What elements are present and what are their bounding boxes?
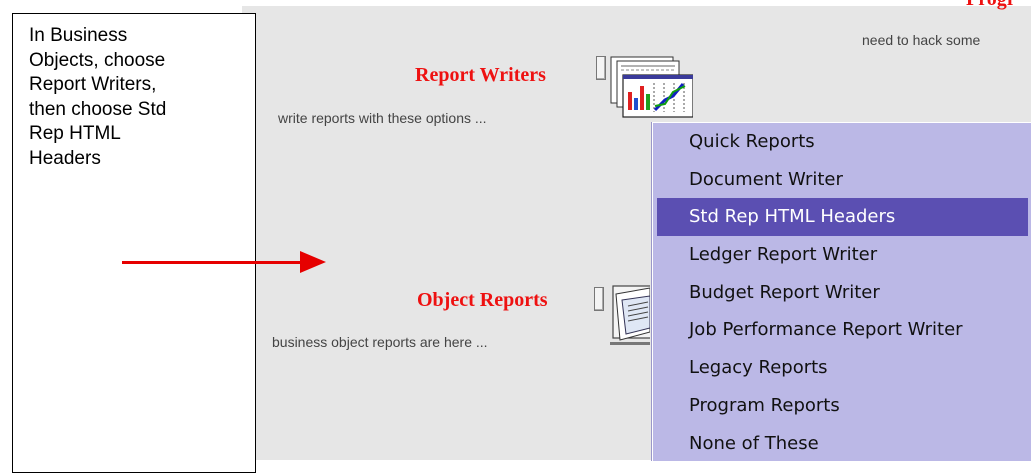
report-writers-menu: Quick Reports Document Writer Std Rep HT… (652, 122, 1031, 461)
programs-title[interactable]: Progr (966, 0, 1016, 11)
report-writers-expand-toggle-icon[interactable] (596, 56, 606, 80)
menu-item-none-of-these[interactable]: None of These (653, 425, 1031, 462)
menu-item-program-reports[interactable]: Program Reports (653, 387, 1031, 425)
report-writers-title[interactable]: Report Writers (415, 64, 546, 87)
menu-item-budget-report-writer[interactable]: Budget Report Writer (653, 274, 1031, 312)
menu-item-job-performance-report-writer[interactable]: Job Performance Report Writer (653, 311, 1031, 349)
menu-item-ledger-report-writer[interactable]: Ledger Report Writer (653, 236, 1031, 274)
object-reports-icon[interactable] (610, 280, 650, 350)
instruction-callout: In Business Objects, choose Report Write… (12, 13, 256, 473)
object-reports-title[interactable]: Object Reports (417, 289, 548, 312)
top-strip (242, 0, 1031, 6)
programs-description: need to hack some (862, 32, 981, 48)
arrow-shaft (122, 261, 302, 264)
menu-item-quick-reports[interactable]: Quick Reports (653, 123, 1031, 161)
menu-item-document-writer[interactable]: Document Writer (653, 161, 1031, 199)
object-reports-expand-toggle-icon[interactable] (594, 287, 604, 311)
object-reports-description: business object reports are here ... (272, 334, 488, 350)
arrow-right-icon (300, 251, 326, 273)
menu-item-std-rep-html-headers[interactable]: Std Rep HTML Headers (657, 198, 1028, 237)
report-writers-description: write reports with these options ... (278, 110, 487, 126)
report-chart-icon[interactable] (609, 56, 694, 118)
menu-item-legacy-reports[interactable]: Legacy Reports (653, 349, 1031, 387)
